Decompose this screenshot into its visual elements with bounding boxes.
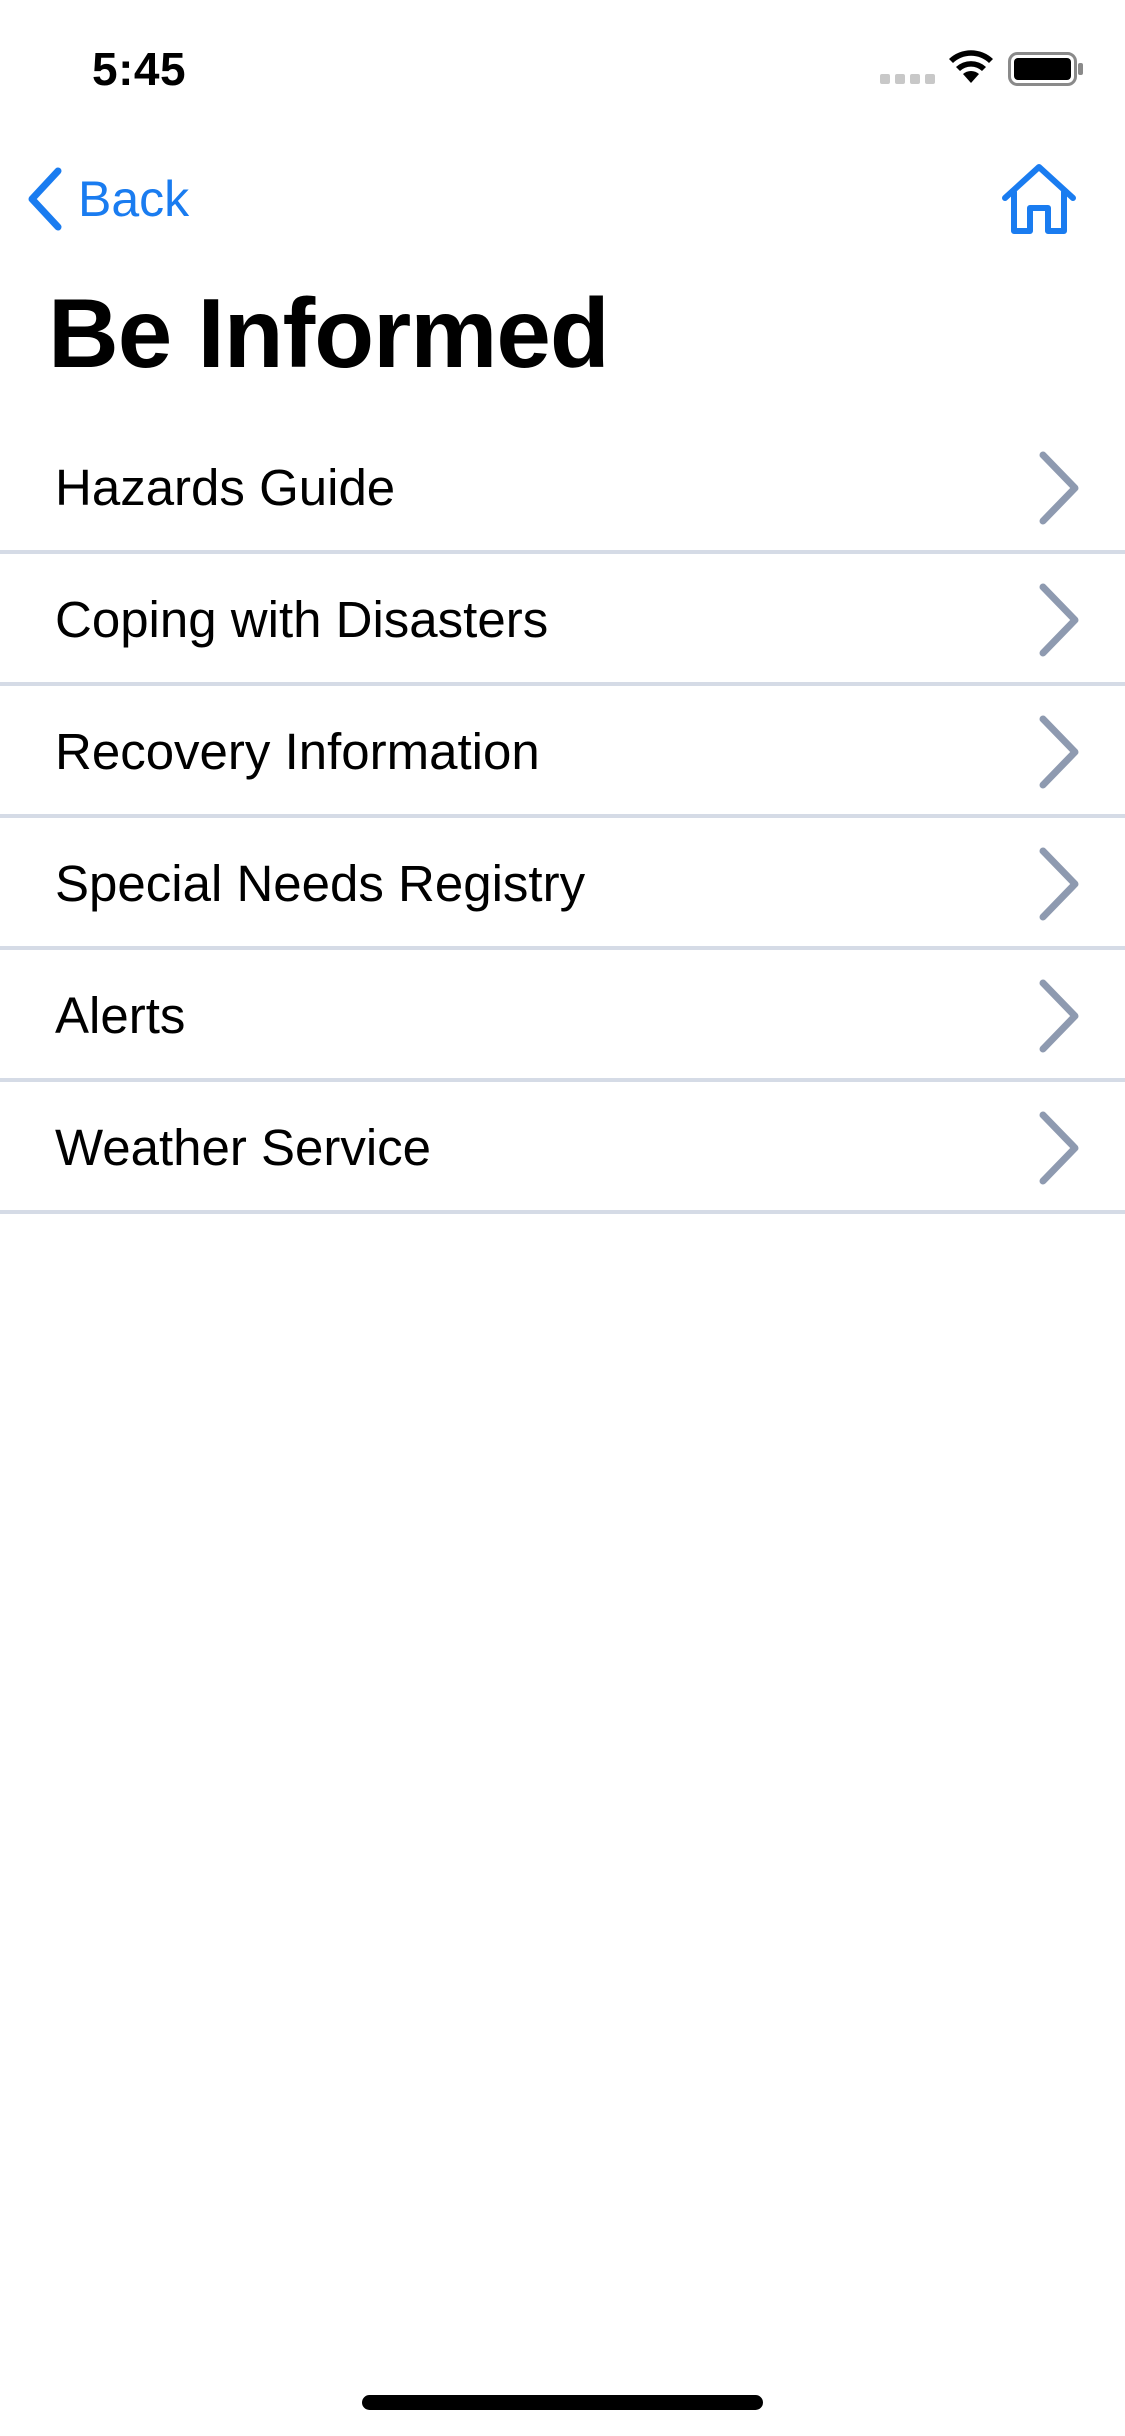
chevron-right-icon bbox=[1039, 715, 1079, 789]
list-item-label: Weather Service bbox=[55, 1119, 432, 1176]
list-item-label: Special Needs Registry bbox=[55, 855, 586, 912]
back-button[interactable]: Back bbox=[24, 164, 189, 234]
wifi-icon bbox=[949, 50, 993, 83]
back-label: Back bbox=[78, 171, 190, 227]
home-icon[interactable] bbox=[1000, 162, 1078, 236]
list-item-coping-with-disasters[interactable]: Coping with Disasters bbox=[0, 554, 1125, 686]
chevron-right-icon bbox=[1039, 847, 1079, 921]
list-item-alerts[interactable]: Alerts bbox=[0, 950, 1125, 1082]
chevron-right-icon bbox=[1039, 1111, 1079, 1185]
chevron-right-icon bbox=[1039, 979, 1079, 1053]
status-bar: 5:45 bbox=[0, 0, 1125, 132]
list-item-label: Alerts bbox=[55, 987, 186, 1044]
battery-icon bbox=[1008, 52, 1083, 86]
chevron-right-icon bbox=[1039, 451, 1079, 525]
list-item-label: Hazards Guide bbox=[55, 459, 396, 516]
list-item-label: Coping with Disasters bbox=[55, 591, 549, 648]
chevron-right-icon bbox=[1039, 583, 1079, 657]
navigation-bar: Back bbox=[0, 150, 1125, 250]
menu-list: Hazards Guide Coping with Disasters Reco… bbox=[0, 422, 1125, 1214]
list-item-special-needs-registry[interactable]: Special Needs Registry bbox=[0, 818, 1125, 950]
cellular-signal-icon bbox=[880, 74, 935, 84]
home-indicator[interactable] bbox=[362, 2395, 763, 2410]
page-title: Be Informed bbox=[48, 278, 610, 388]
list-item-recovery-information[interactable]: Recovery Information bbox=[0, 686, 1125, 818]
chevron-left-icon bbox=[28, 167, 62, 231]
list-item-hazards-guide[interactable]: Hazards Guide bbox=[0, 422, 1125, 554]
list-item-weather-service[interactable]: Weather Service bbox=[0, 1082, 1125, 1214]
status-time: 5:45 bbox=[92, 43, 187, 95]
list-item-label: Recovery Information bbox=[55, 723, 540, 780]
